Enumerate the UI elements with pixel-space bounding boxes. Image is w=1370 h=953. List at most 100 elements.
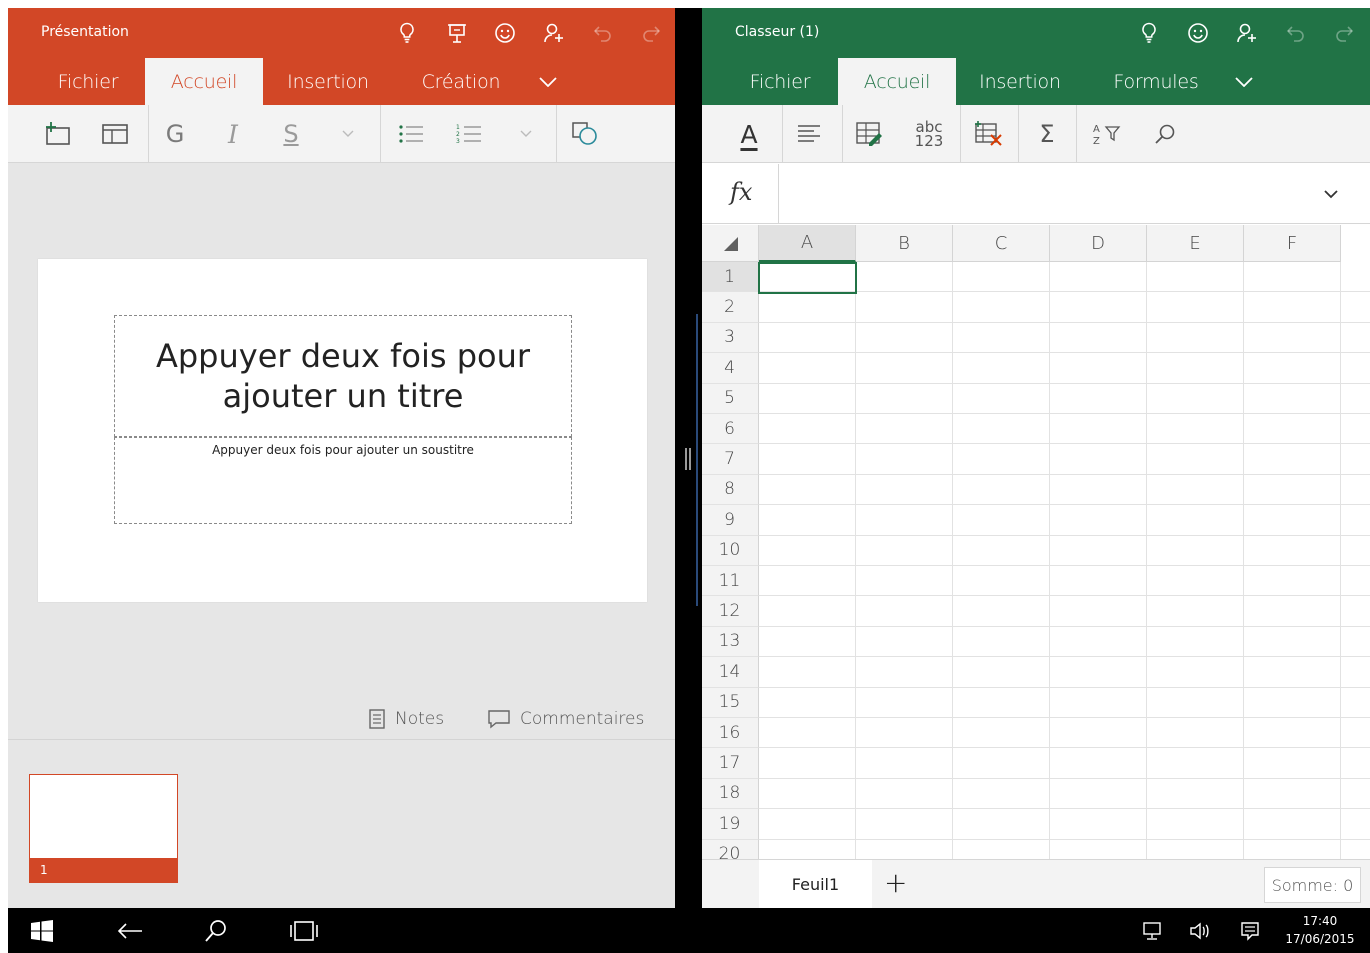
volume-icon[interactable]	[1184, 908, 1216, 953]
column-header-a[interactable]: A	[759, 225, 856, 262]
row-header-11[interactable]: 11	[702, 566, 759, 597]
formula-input[interactable]	[792, 182, 1312, 206]
svg-text:3: 3	[456, 138, 460, 145]
gridline-horizontal	[759, 382, 1370, 384]
row-header-8[interactable]: 8	[702, 474, 759, 506]
slide-canvas[interactable]: Appuyer deux fois pour ajouter un titre …	[38, 259, 647, 602]
lightbulb-icon[interactable]	[1134, 18, 1164, 48]
column-header-f[interactable]: F	[1244, 225, 1341, 262]
subtitle-placeholder[interactable]: Appuyer deux fois pour ajouter un sousti…	[114, 437, 572, 524]
tab-insertion[interactable]: Insertion	[962, 58, 1078, 105]
task-view-icon[interactable]	[286, 908, 322, 953]
row-header-19[interactable]: 19	[702, 809, 759, 840]
powerpoint-titlebar: Présentation	[8, 8, 675, 58]
gridline-horizontal	[759, 321, 1370, 323]
add-sheet-button[interactable]: +	[884, 866, 907, 899]
title-placeholder[interactable]: Appuyer deux fois pour ajouter un titre	[114, 315, 572, 437]
sort-filter-icon[interactable]: AZ	[1086, 109, 1128, 159]
column-header-c[interactable]: C	[953, 225, 1050, 262]
excel-ribbon: A abc 123 Σ AZ	[702, 105, 1370, 163]
row-header-13[interactable]: 13	[702, 626, 759, 658]
row-header-1[interactable]: 1	[702, 262, 759, 293]
bullet-list-icon[interactable]	[390, 109, 432, 159]
numbered-list-icon[interactable]: 123	[448, 109, 490, 159]
tab-formules[interactable]: Formules	[1094, 58, 1218, 105]
spreadsheet-grid[interactable]: A B C D E F 1 2 3 4 5 6 7 8 9 10 11 12 13 14 15 16 17 18 19 20	[702, 225, 1370, 859]
search-icon[interactable]	[198, 908, 234, 953]
tab-creation[interactable]: Création	[401, 58, 521, 105]
font-options-chevron-icon[interactable]	[330, 109, 366, 159]
excel-app-title: Classeur (1)	[735, 24, 820, 40]
sheet-tab-feuil1[interactable]: Feuil1	[759, 860, 872, 908]
font-color-button[interactable]: A	[728, 109, 770, 159]
row-header-17[interactable]: 17	[702, 748, 759, 779]
expand-formula-chevron-icon[interactable]	[1324, 184, 1338, 203]
redo-icon[interactable]	[1329, 18, 1359, 48]
ribbon-separator	[556, 105, 557, 163]
more-tabs-chevron-icon[interactable]	[1224, 58, 1264, 105]
tab-fichier[interactable]: Fichier	[730, 58, 830, 105]
cell-style-icon[interactable]	[848, 109, 890, 159]
row-header-18[interactable]: 18	[702, 778, 759, 810]
row-header-4[interactable]: 4	[702, 353, 759, 384]
shapes-icon[interactable]	[564, 109, 606, 159]
row-header-7[interactable]: 7	[702, 444, 759, 475]
more-tabs-chevron-icon[interactable]	[528, 58, 568, 105]
column-header-e[interactable]: E	[1147, 225, 1244, 262]
taskbar-clock[interactable]: 17:40 17/06/2015	[1278, 912, 1362, 948]
fx-label[interactable]: fx	[730, 178, 752, 206]
bold-button[interactable]: G	[154, 109, 196, 159]
active-cell-a1[interactable]	[758, 262, 857, 294]
align-text-icon[interactable]	[788, 109, 830, 159]
underline-button[interactable]: S	[270, 109, 312, 159]
search-icon[interactable]	[1144, 109, 1186, 159]
back-arrow-icon[interactable]	[112, 908, 148, 953]
presenter-icon[interactable]	[442, 18, 472, 48]
tab-insertion[interactable]: Insertion	[270, 58, 386, 105]
autosum-button[interactable]: Σ	[1026, 109, 1068, 159]
network-icon[interactable]	[1136, 908, 1168, 953]
lightbulb-icon[interactable]	[392, 18, 422, 48]
row-header-12[interactable]: 12	[702, 596, 759, 627]
action-center-icon[interactable]	[1234, 908, 1266, 953]
windows-start-icon[interactable]	[24, 908, 60, 953]
tab-accueil[interactable]: Accueil	[838, 58, 956, 105]
row-header-6[interactable]: 6	[702, 414, 759, 445]
paragraph-options-chevron-icon[interactable]	[508, 109, 544, 159]
undo-icon[interactable]	[1281, 18, 1311, 48]
redo-icon[interactable]	[636, 18, 666, 48]
undo-icon[interactable]	[588, 18, 618, 48]
divider-grip-handle[interactable]	[685, 448, 691, 470]
row-header-5[interactable]: 5	[702, 383, 759, 414]
new-slide-icon[interactable]	[36, 109, 78, 159]
ribbon-separator	[960, 105, 961, 163]
row-header-10[interactable]: 10	[702, 535, 759, 566]
column-header-b[interactable]: B	[856, 225, 953, 262]
row-header-3[interactable]: 3	[702, 322, 759, 354]
tab-fichier[interactable]: Fichier	[36, 58, 140, 105]
delete-cells-icon[interactable]	[966, 109, 1012, 159]
gridline-horizontal	[759, 565, 1370, 566]
slide-thumbnail[interactable]: 1	[29, 774, 178, 883]
share-person-icon[interactable]	[539, 18, 569, 48]
gridline-horizontal	[759, 686, 1370, 688]
select-all-corner[interactable]	[702, 225, 759, 262]
share-person-icon[interactable]	[1232, 18, 1262, 48]
ribbon-separator	[1018, 105, 1019, 163]
row-header-2[interactable]: 2	[702, 292, 759, 323]
smiley-icon[interactable]	[490, 18, 520, 48]
row-header-14[interactable]: 14	[702, 657, 759, 688]
layout-icon[interactable]	[94, 109, 136, 159]
smiley-icon[interactable]	[1183, 18, 1213, 48]
tab-accueil[interactable]: Accueil	[145, 58, 263, 105]
italic-button[interactable]: I	[212, 109, 254, 159]
column-header-d[interactable]: D	[1050, 225, 1147, 262]
row-header-20[interactable]: 20	[702, 839, 759, 859]
split-view-divider[interactable]	[675, 8, 702, 908]
number-format-button[interactable]: abc 123	[906, 109, 952, 159]
row-header-16[interactable]: 16	[702, 718, 759, 749]
row-header-9[interactable]: 9	[702, 505, 759, 536]
row-header-15[interactable]: 15	[702, 687, 759, 718]
comments-button[interactable]: Commentaires	[487, 706, 644, 732]
notes-button[interactable]: Notes	[368, 706, 444, 732]
